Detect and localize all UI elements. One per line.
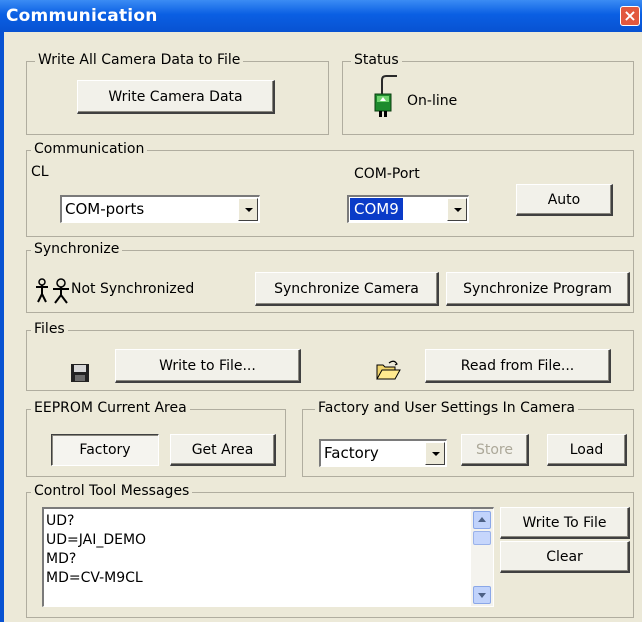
floppy-disk-icon[interactable] xyxy=(70,363,90,383)
scroll-up-icon[interactable] xyxy=(473,511,491,529)
files-legend: Files xyxy=(31,321,68,337)
write-to-file-button[interactable]: Write to File... xyxy=(115,349,301,383)
comport-label: COM-Port xyxy=(354,166,420,182)
comport-select[interactable]: COM9 xyxy=(347,195,469,223)
comport-select-value: COM9 xyxy=(350,198,403,220)
status-legend: Status xyxy=(351,52,402,68)
cl-select-value: COM-ports xyxy=(65,200,145,218)
open-folder-icon[interactable] xyxy=(375,359,401,381)
close-icon[interactable]: × xyxy=(620,6,640,26)
synchronize-camera-button[interactable]: Synchronize Camera xyxy=(255,272,439,306)
settings-select[interactable]: Factory xyxy=(319,439,447,467)
files-group: Files Write to File... Read from File... xyxy=(26,321,634,391)
settings-select-value: Factory xyxy=(324,444,379,462)
communication-group: Communication CL COM-ports COM-Port COM9… xyxy=(26,141,634,237)
online-plug-icon xyxy=(374,75,397,117)
settings-group: Factory and User Settings In Camera Fact… xyxy=(302,400,634,477)
messages-textarea[interactable]: UD? UD=JAI_DEMO MD? MD=CV-M9CL xyxy=(42,507,494,607)
write-all-group: Write All Camera Data to File Write Came… xyxy=(26,52,329,135)
people-not-synchronized-icon xyxy=(36,278,69,304)
status-text: On-line xyxy=(407,93,458,109)
sync-status-text: Not Synchronized xyxy=(71,281,195,297)
window-frame-left xyxy=(0,32,4,622)
read-from-file-button[interactable]: Read from File... xyxy=(425,349,611,383)
cl-label: CL xyxy=(31,164,49,180)
clear-button[interactable]: Clear xyxy=(500,541,630,573)
scroll-down-icon[interactable] xyxy=(473,586,491,604)
communication-legend: Communication xyxy=(31,141,148,157)
synchronize-legend: Synchronize xyxy=(31,241,123,257)
message-line: UD? xyxy=(46,513,75,529)
messages-scrollbar[interactable] xyxy=(471,509,493,606)
messages-legend: Control Tool Messages xyxy=(31,483,193,499)
scroll-thumb[interactable] xyxy=(473,531,491,545)
synchronize-program-button[interactable]: Synchronize Program xyxy=(446,272,630,306)
factory-area-button[interactable]: Factory xyxy=(51,434,159,466)
message-line: MD? xyxy=(46,551,77,567)
chevron-down-icon[interactable] xyxy=(238,198,258,221)
load-button[interactable]: Load xyxy=(547,434,627,466)
eeprom-group: EEPROM Current Area Factory Get Area xyxy=(26,400,286,477)
auto-button[interactable]: Auto xyxy=(516,184,613,216)
message-line: MD=CV-M9CL xyxy=(46,570,143,586)
chevron-down-icon[interactable] xyxy=(447,198,467,221)
settings-legend: Factory and User Settings In Camera xyxy=(315,400,579,416)
write-camera-data-button[interactable]: Write Camera Data xyxy=(77,80,275,114)
write-to-file-messages-button[interactable]: Write To File xyxy=(500,507,630,539)
status-group: Status On-line xyxy=(342,52,634,135)
window-title: Communication xyxy=(6,6,158,26)
chevron-down-icon[interactable] xyxy=(425,442,445,465)
write-all-legend: Write All Camera Data to File xyxy=(35,52,244,68)
synchronize-group: Synchronize Not Synchronized Synchronize… xyxy=(26,241,634,313)
store-button[interactable]: Store xyxy=(461,434,529,466)
get-area-button[interactable]: Get Area xyxy=(170,434,276,466)
cl-select[interactable]: COM-ports xyxy=(60,195,260,223)
eeprom-legend: EEPROM Current Area xyxy=(31,400,190,416)
communication-window: Communication × Write All Camera Data to… xyxy=(0,0,642,622)
title-bar[interactable]: Communication × xyxy=(0,0,642,32)
message-line: UD=JAI_DEMO xyxy=(46,532,147,548)
